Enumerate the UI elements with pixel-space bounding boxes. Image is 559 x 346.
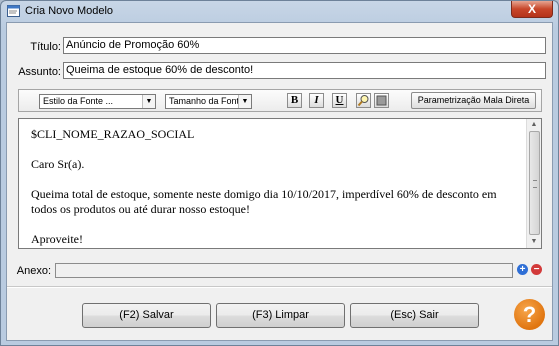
grip-icon [533,180,537,188]
italic-button[interactable]: I [309,93,324,108]
help-circle-icon[interactable]: ? [514,299,545,330]
font-size-value: Tamanho da Fonte [169,96,245,106]
anexo-field[interactable] [55,263,513,278]
editor-line: Aproveite! [31,232,83,246]
rich-text-editor[interactable]: $CLI_NOME_RAZAO_SOCIAL Caro Sr(a). Queim… [18,118,542,249]
close-icon: X [527,2,536,16]
color-box-icon [376,95,387,106]
color-button[interactable] [374,93,389,108]
divider [7,286,552,288]
client-area: Título: Anúncio de Promoção 60% Assunto:… [6,22,553,341]
underline-button[interactable]: U [332,93,347,108]
dialog-window: Cria Novo Modelo X Título: Anúncio de Pr… [0,0,559,346]
save-button[interactable]: (F2) Salvar [82,303,211,328]
font-style-value: Estilo da Fonte ... [43,96,114,106]
scroll-up-icon[interactable]: ▲ [527,119,541,131]
chevron-down-icon: ▼ [142,95,155,108]
plus-circle-icon[interactable]: + [517,264,528,275]
clear-button[interactable]: (F3) Limpar [216,303,345,328]
window-title: Cria Novo Modelo [25,5,114,17]
font-style-select[interactable]: Estilo da Fonte ... ▼ [39,94,156,109]
chevron-down-icon: ▼ [238,95,251,108]
find-replace-icon [357,95,369,107]
assunto-label: Assunto: [18,66,61,78]
editor-content[interactable]: $CLI_NOME_RAZAO_SOCIAL Caro Sr(a). Queim… [31,127,523,248]
titulo-label: Título: [30,41,61,53]
find-replace-button[interactable] [356,93,371,108]
scroll-down-icon[interactable]: ▼ [527,236,541,248]
app-window-icon [7,5,20,17]
minus-circle-icon[interactable]: − [531,264,542,275]
font-size-select[interactable]: Tamanho da Fonte ▼ [165,94,252,109]
editor-toolbar: Estilo da Fonte ... ▼ Tamanho da Fonte ▼… [18,89,542,112]
editor-line: Caro Sr(a). [31,157,85,171]
assunto-field[interactable]: Queima de estoque 60% de desconto! [63,62,546,79]
titulo-field[interactable]: Anúncio de Promoção 60% [63,37,546,54]
title-bar[interactable]: Cria Novo Modelo X [1,1,558,21]
mala-direta-button[interactable]: Parametrização Mala Direta [411,92,536,109]
scrollbar-thumb[interactable] [529,131,540,235]
bold-button[interactable]: B [287,93,302,108]
close-button[interactable]: X [511,1,553,18]
editor-line: Queima total de estoque, somente neste d… [31,187,497,216]
editor-scrollbar[interactable]: ▲ ▼ [526,119,541,248]
anexo-label: Anexo: [16,265,51,277]
editor-line: $CLI_NOME_RAZAO_SOCIAL [31,127,195,141]
exit-button[interactable]: (Esc) Sair [350,303,479,328]
